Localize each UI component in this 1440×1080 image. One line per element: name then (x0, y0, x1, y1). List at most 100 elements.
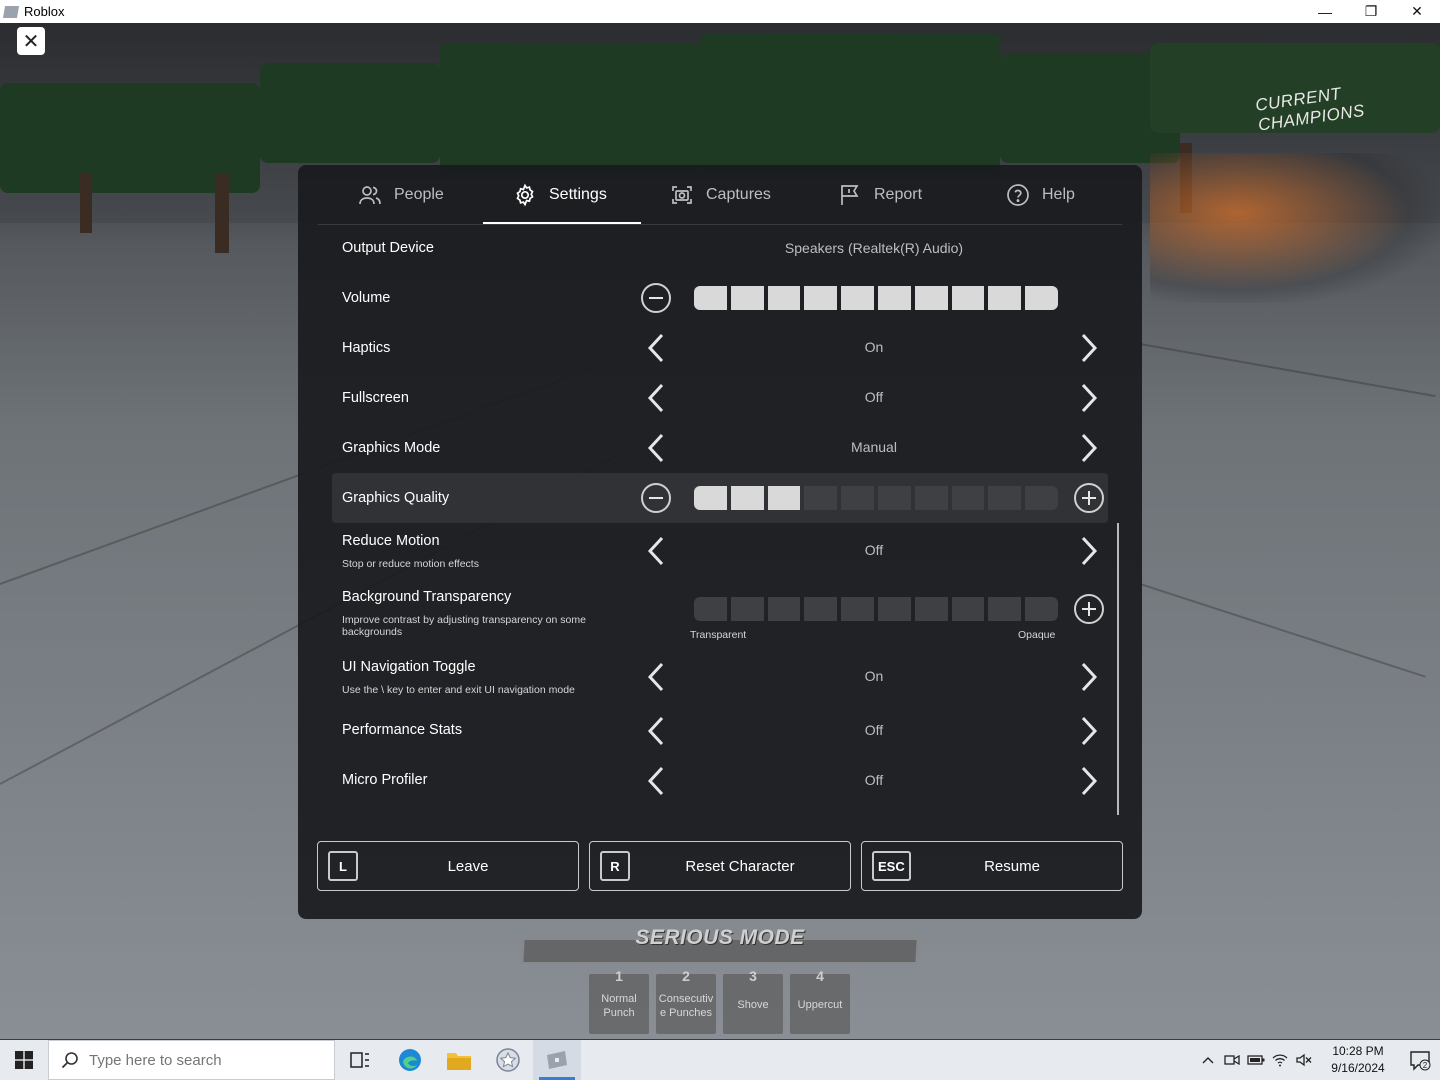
graphics-quality-decrease-button[interactable] (641, 483, 671, 513)
hotbar-slot[interactable]: 2 Consecutiv e Punches (656, 968, 716, 1034)
slider-segment[interactable] (1025, 597, 1058, 621)
battery-icon[interactable] (1244, 1040, 1268, 1080)
hotbar-slot[interactable]: 1 Normal Punch (589, 968, 649, 1034)
slider-segment[interactable] (988, 597, 1022, 621)
volume-muted-icon[interactable] (1292, 1040, 1316, 1080)
slider-segment[interactable] (804, 597, 838, 621)
chevron-left-icon (647, 383, 664, 413)
performance-stats-next-button[interactable] (1076, 715, 1102, 747)
slider-segment[interactable] (767, 486, 801, 510)
taskbar-app-star[interactable] (484, 1040, 532, 1080)
restore-button[interactable]: ❐ (1348, 0, 1394, 23)
meet-icon[interactable] (1220, 1040, 1244, 1080)
tab-captures[interactable]: Captures (670, 165, 771, 225)
micro-profiler-next-button[interactable] (1076, 765, 1102, 797)
volume-decrease-button[interactable] (641, 283, 671, 313)
slider-segment[interactable] (877, 597, 911, 621)
background-transparency-increase-button[interactable] (1074, 594, 1104, 624)
fullscreen-next-button[interactable] (1076, 382, 1102, 414)
chevron-left-icon (647, 766, 664, 796)
slider-segment[interactable] (988, 486, 1022, 510)
slider-segment[interactable] (951, 597, 985, 621)
settings-scrollbar[interactable] (1117, 523, 1119, 815)
hotbar-slot[interactable]: 4 Uppercut (790, 968, 850, 1034)
performance-stats-prev-button[interactable] (643, 715, 669, 747)
slider-segment[interactable] (804, 486, 838, 510)
micro-profiler-prev-button[interactable] (643, 765, 669, 797)
tab-people[interactable]: People (358, 165, 444, 225)
taskbar-edge[interactable] (386, 1040, 434, 1080)
slider-segment[interactable] (914, 597, 948, 621)
chevron-right-icon (1081, 433, 1098, 463)
slider-segment[interactable] (841, 286, 874, 310)
fullscreen-prev-button[interactable] (643, 382, 669, 414)
haptics-prev-button[interactable] (643, 332, 669, 364)
graphics-mode-prev-button[interactable] (643, 432, 669, 464)
slider-segment[interactable] (767, 597, 801, 621)
close-window-button[interactable]: ✕ (1394, 0, 1440, 23)
slider-segment[interactable] (767, 286, 801, 310)
slider-segment[interactable] (694, 286, 727, 310)
graphics-mode-next-button[interactable] (1076, 432, 1102, 464)
notification-center-button[interactable]: 2 (1400, 1040, 1440, 1080)
tree (260, 63, 440, 163)
output-device-value[interactable]: Speakers (Realtek(R) Audio) (694, 240, 1054, 256)
reduce-motion-prev-button[interactable] (643, 535, 669, 567)
graphics-quality-slider[interactable] (694, 486, 1058, 510)
camera-icon (670, 183, 694, 207)
slider-segment[interactable] (914, 286, 948, 310)
reduce-motion-next-button[interactable] (1076, 535, 1102, 567)
clock-time: 10:28 PM (1332, 1044, 1384, 1058)
slider-segment[interactable] (694, 486, 727, 510)
search-input[interactable] (89, 1051, 319, 1069)
chevron-up-icon[interactable] (1196, 1040, 1220, 1080)
haptics-value: On (864, 339, 884, 355)
slider-segment[interactable] (730, 486, 764, 510)
slider-segment[interactable] (730, 597, 764, 621)
hotbar-slot[interactable]: 3 Shove (723, 968, 783, 1034)
slider-segment[interactable] (841, 597, 874, 621)
window-title: Roblox (24, 4, 65, 19)
leave-button[interactable]: L Leave (317, 841, 579, 891)
setting-label: Graphics Mode (342, 440, 441, 456)
tab-settings[interactable]: Settings (513, 165, 607, 225)
slider-segment[interactable] (914, 486, 948, 510)
ui-navigation-prev-button[interactable] (643, 661, 669, 693)
haptics-next-button[interactable] (1076, 332, 1102, 364)
tab-help[interactable]: Help (1006, 165, 1075, 225)
wifi-icon[interactable] (1268, 1040, 1292, 1080)
tab-report[interactable]: Report (838, 165, 922, 225)
resume-button[interactable]: ESC Resume (861, 841, 1123, 891)
taskbar-roblox[interactable] (533, 1040, 581, 1080)
taskbar-file-explorer[interactable] (435, 1040, 483, 1080)
slider-segment[interactable] (877, 486, 911, 510)
slider-segment[interactable] (951, 286, 985, 310)
slider-segment[interactable] (730, 286, 764, 310)
setting-background-transparency: Background Transparency Improve contrast… (332, 579, 1108, 651)
slider-segment[interactable] (804, 286, 838, 310)
ui-navigation-next-button[interactable] (1076, 661, 1102, 693)
task-view-button[interactable] (336, 1040, 384, 1080)
slider-segment[interactable] (1025, 486, 1058, 510)
task-view-icon (350, 1052, 369, 1068)
setting-haptics: Haptics On (332, 323, 1108, 373)
slider-segment[interactable] (841, 486, 874, 510)
close-menu-button[interactable]: ✕ (17, 27, 45, 55)
chevron-left-icon (647, 536, 664, 566)
graphics-quality-increase-button[interactable] (1074, 483, 1104, 513)
reset-character-button[interactable]: R Reset Character (589, 841, 851, 891)
slider-segment[interactable] (951, 486, 985, 510)
taskbar-search[interactable] (48, 1040, 335, 1080)
background-transparency-slider[interactable] (694, 597, 1058, 621)
roblox-logo-icon (2, 5, 20, 18)
minimize-button[interactable]: — (1302, 0, 1348, 23)
slider-segment[interactable] (1025, 286, 1058, 310)
taskbar-clock[interactable]: 10:28 PM 9/16/2024 (1316, 1043, 1400, 1077)
volume-slider[interactable] (694, 286, 1058, 310)
slider-segment[interactable] (988, 286, 1022, 310)
slider-segment[interactable] (877, 286, 911, 310)
setting-output-device[interactable]: Output Device Speakers (Realtek(R) Audio… (332, 233, 1108, 263)
slider-segment[interactable] (694, 597, 727, 621)
tab-people-label: People (394, 186, 444, 203)
start-button[interactable] (0, 1040, 48, 1080)
